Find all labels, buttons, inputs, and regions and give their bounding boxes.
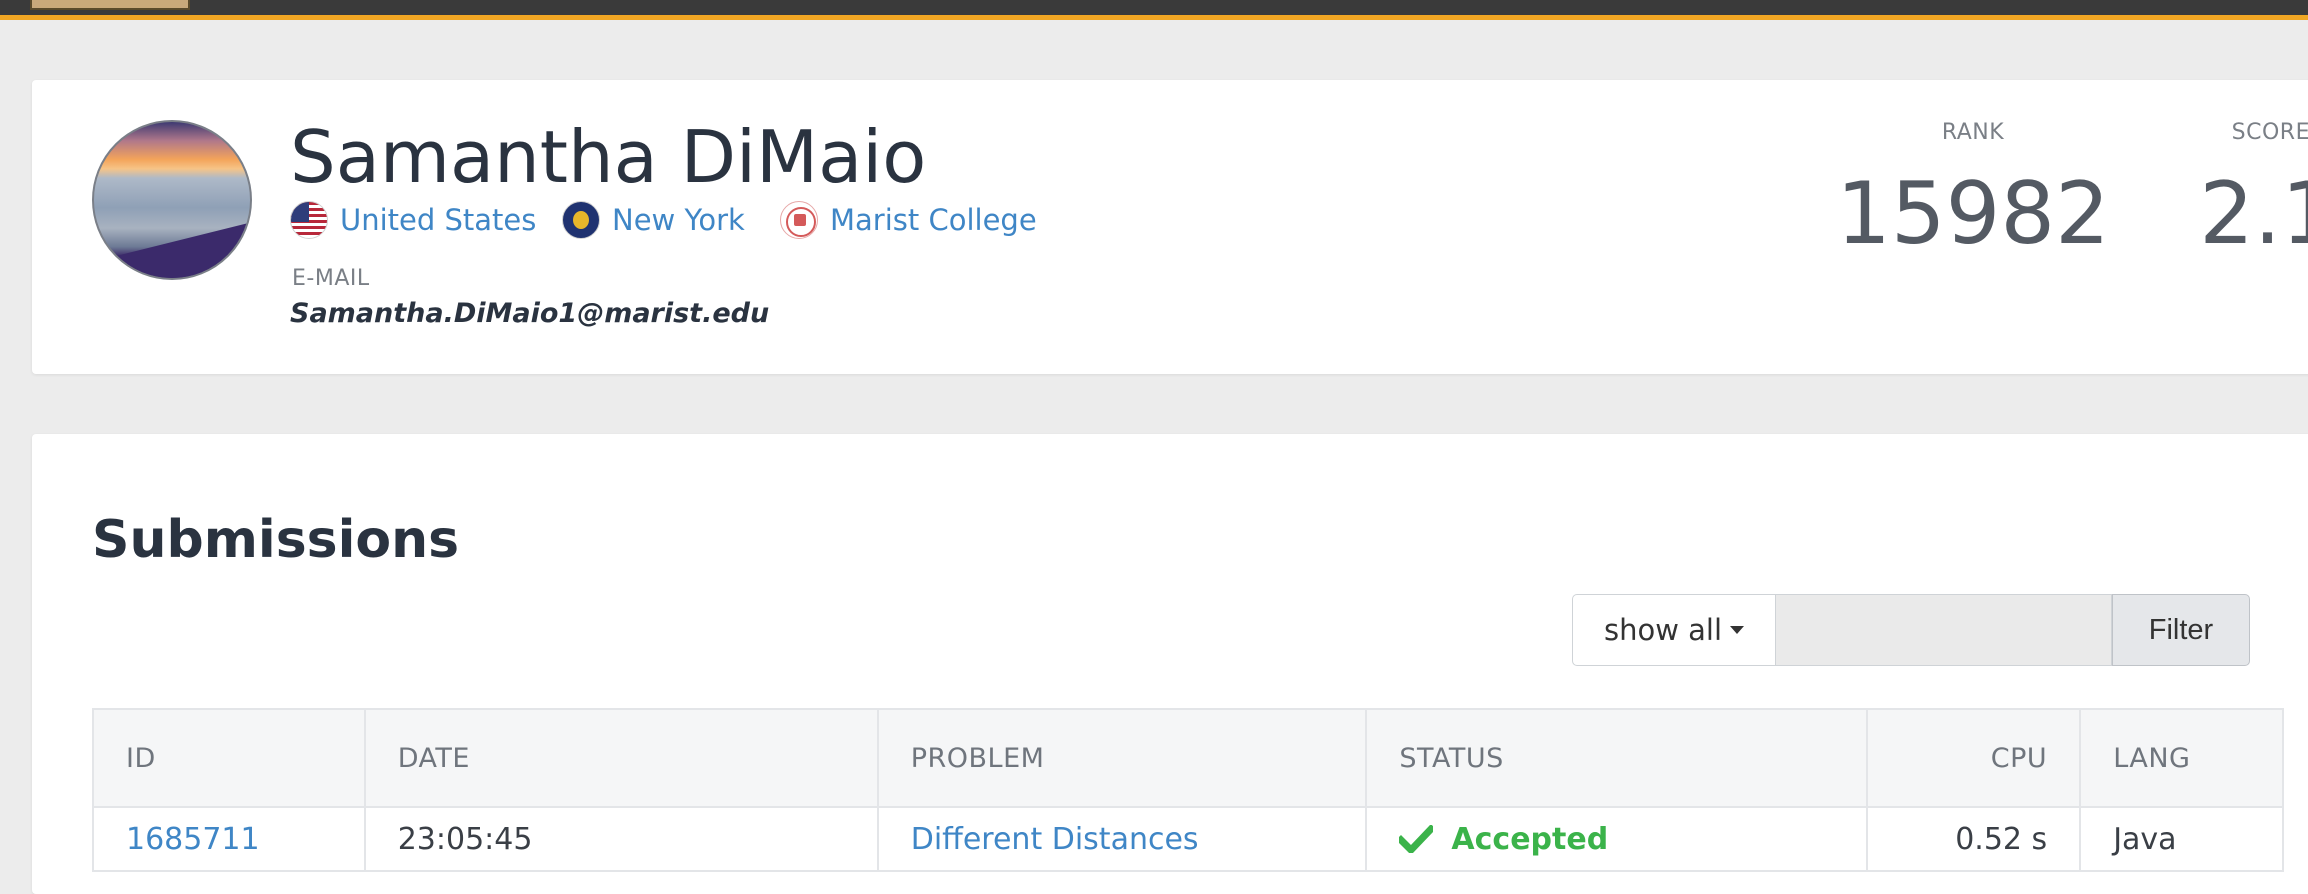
- country-link[interactable]: United States: [290, 198, 536, 242]
- rank-value: 15982: [1836, 164, 2110, 264]
- column-header-id[interactable]: ID: [93, 709, 366, 808]
- site-logo[interactable]: [30, 0, 190, 10]
- score-label: SCORE: [2231, 120, 2308, 145]
- table-row: 1685711 23:05:45 Different Distances Acc…: [93, 807, 2284, 872]
- score-stat: SCORE 2.1: [2120, 120, 2308, 257]
- new-york-flag-icon: [562, 201, 600, 239]
- filter-input[interactable]: [1776, 594, 2112, 666]
- submissions-filter: show all Filter: [1572, 594, 2250, 666]
- top-navbar: [0, 0, 2308, 20]
- submissions-title: Submissions: [92, 510, 460, 570]
- subdivision-link[interactable]: New York: [562, 198, 745, 242]
- column-header-cpu[interactable]: CPU: [1867, 709, 2082, 808]
- rank-label: RANK: [1941, 120, 2005, 145]
- caret-down-icon: [1730, 626, 1745, 634]
- us-flag-icon: [290, 201, 328, 239]
- submission-cpu: 0.52 s: [1867, 807, 2082, 872]
- check-icon: [1399, 825, 1434, 853]
- school-link[interactable]: Marist College: [780, 198, 1037, 242]
- profile-name: Samantha DiMaio: [290, 115, 927, 199]
- marist-college-logo-icon: [780, 201, 818, 239]
- column-header-date[interactable]: DATE: [364, 709, 879, 808]
- column-header-lang[interactable]: LANG: [2080, 709, 2284, 808]
- profile-card: Samantha DiMaio United States New York M…: [32, 80, 2308, 374]
- submission-date: 23:05:45: [364, 807, 879, 872]
- submission-id-link[interactable]: 1685711: [126, 822, 260, 857]
- filter-button[interactable]: Filter: [2112, 594, 2250, 666]
- score-value: 2.1: [2199, 164, 2308, 264]
- submission-lang: Java: [2080, 807, 2284, 872]
- rank-stat: RANK 15982: [1828, 120, 2118, 257]
- email-label: E-MAIL: [292, 266, 370, 291]
- problem-link[interactable]: Different Distances: [911, 822, 1199, 857]
- status-accepted: Accepted: [1399, 822, 1834, 857]
- column-header-status[interactable]: STATUS: [1366, 709, 1869, 808]
- status-filter-dropdown[interactable]: show all: [1572, 594, 1776, 666]
- status-label: Accepted: [1451, 821, 1609, 857]
- country-label[interactable]: United States: [340, 203, 536, 237]
- email-value: Samantha.DiMaio1@marist.edu: [290, 298, 770, 329]
- submissions-table: ID DATE PROBLEM STATUS CPU LANG 1685711 …: [92, 708, 2284, 872]
- school-label[interactable]: Marist College: [830, 203, 1037, 237]
- status-filter-label: show all: [1603, 613, 1723, 647]
- submissions-card: Submissions show all Filter ID DATE PROB…: [32, 434, 2308, 894]
- avatar: [92, 120, 252, 280]
- column-header-problem[interactable]: PROBLEM: [877, 709, 1368, 808]
- table-header-row: ID DATE PROBLEM STATUS CPU LANG: [93, 709, 2284, 808]
- subdivision-label[interactable]: New York: [612, 203, 745, 237]
